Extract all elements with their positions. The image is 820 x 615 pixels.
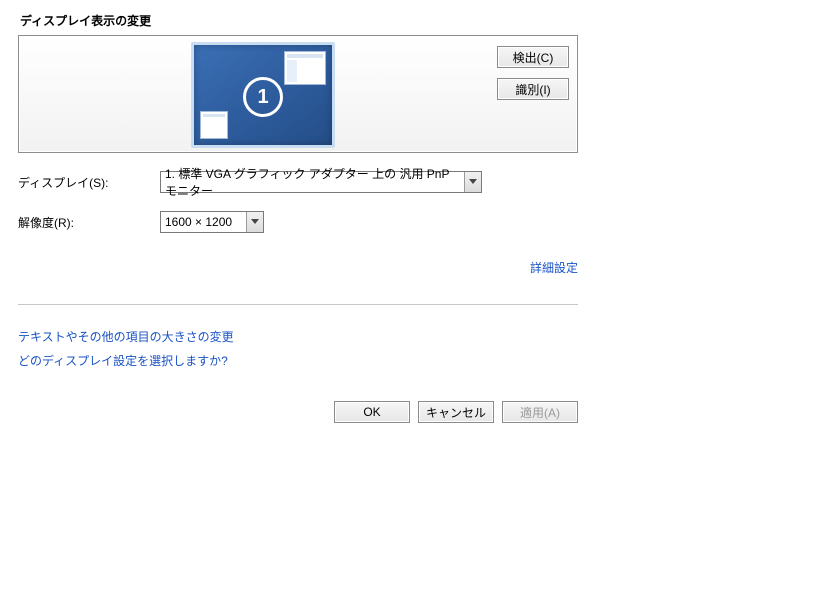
apply-button[interactable]: 適用(A) [502, 401, 578, 423]
text-size-link[interactable]: テキストやその他の項目の大きさの変更 [18, 330, 234, 344]
resolution-select-value: 1600 × 1200 [165, 215, 232, 229]
display-select[interactable]: 1. 標準 VGA グラフィック アダプター 上の 汎用 PnP モニター [160, 171, 482, 193]
display-select-value: 1. 標準 VGA グラフィック アダプター 上の 汎用 PnP モニター [165, 165, 463, 199]
monitor-thumbnail[interactable]: 1 [191, 42, 335, 148]
monitor-window-icon [284, 51, 326, 85]
identify-button[interactable]: 識別(I) [497, 78, 569, 100]
cancel-button[interactable]: キャンセル [418, 401, 494, 423]
advanced-settings-link[interactable]: 詳細設定 [530, 261, 578, 275]
chevron-down-icon [246, 212, 263, 232]
detect-button[interactable]: 検出(C) [497, 46, 569, 68]
which-setting-link[interactable]: どのディスプレイ設定を選択しますか? [18, 354, 228, 368]
divider [18, 304, 578, 305]
display-label: ディスプレイ(S): [18, 174, 160, 191]
ok-button[interactable]: OK [334, 401, 410, 423]
chevron-down-icon [464, 172, 481, 192]
resolution-select[interactable]: 1600 × 1200 [160, 211, 264, 233]
monitor-window-icon [200, 111, 228, 139]
display-preview-panel: 1 検出(C) 識別(I) [18, 35, 578, 153]
monitor-number-badge: 1 [243, 77, 283, 117]
resolution-label: 解像度(R): [18, 214, 160, 231]
page-title: ディスプレイ表示の変更 [20, 12, 578, 29]
